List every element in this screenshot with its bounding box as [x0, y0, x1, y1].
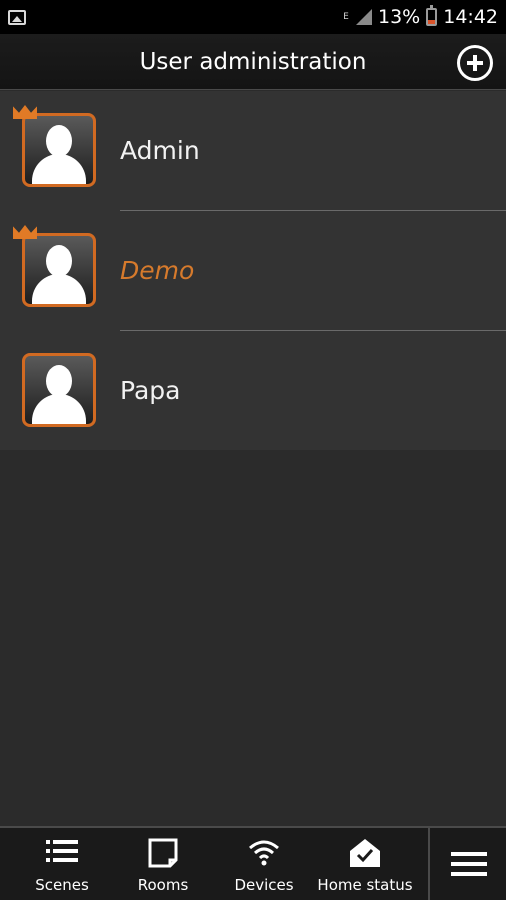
clock: 14:42 — [443, 6, 498, 28]
add-user-button[interactable] — [457, 45, 493, 81]
list-icon — [46, 840, 78, 862]
page-title: User administration — [139, 49, 367, 75]
user-name: Admin — [120, 136, 200, 165]
nav-label: Home status — [317, 876, 413, 894]
user-row-demo[interactable]: Demo — [0, 211, 506, 331]
crown-icon — [13, 225, 37, 239]
gallery-icon — [8, 9, 26, 25]
bottom-nav: Scenes Rooms Devices Home status — [0, 826, 506, 900]
network-type: E — [343, 12, 349, 22]
battery-percent: 13% — [378, 6, 421, 28]
signal-icon — [356, 9, 372, 25]
user-list: Admin Demo Papa — [0, 91, 506, 450]
home-check-icon — [350, 839, 380, 867]
nav-label: Devices — [234, 876, 294, 894]
menu-button[interactable] — [430, 828, 506, 900]
user-name: Demo — [120, 256, 195, 285]
status-bar: E 13% 14:42 — [0, 0, 506, 34]
nav-devices[interactable]: Devices — [214, 828, 314, 900]
user-avatar-icon — [22, 113, 96, 187]
door-icon — [148, 838, 178, 868]
user-name: Papa — [120, 376, 181, 405]
nav-label: Rooms — [137, 876, 189, 894]
wifi-icon — [249, 840, 279, 866]
battery-icon — [426, 5, 438, 26]
crown-icon — [13, 105, 37, 119]
nav-scenes[interactable]: Scenes — [12, 828, 112, 900]
user-row-admin[interactable]: Admin — [0, 91, 506, 211]
user-avatar-icon — [22, 233, 96, 307]
nav-rooms[interactable]: Rooms — [113, 828, 213, 900]
user-avatar-icon — [22, 353, 96, 427]
nav-home-status[interactable]: Home status — [315, 828, 415, 900]
nav-label: Scenes — [35, 876, 89, 894]
user-row-papa[interactable]: Papa — [0, 331, 506, 451]
app-header: User administration — [0, 34, 506, 90]
